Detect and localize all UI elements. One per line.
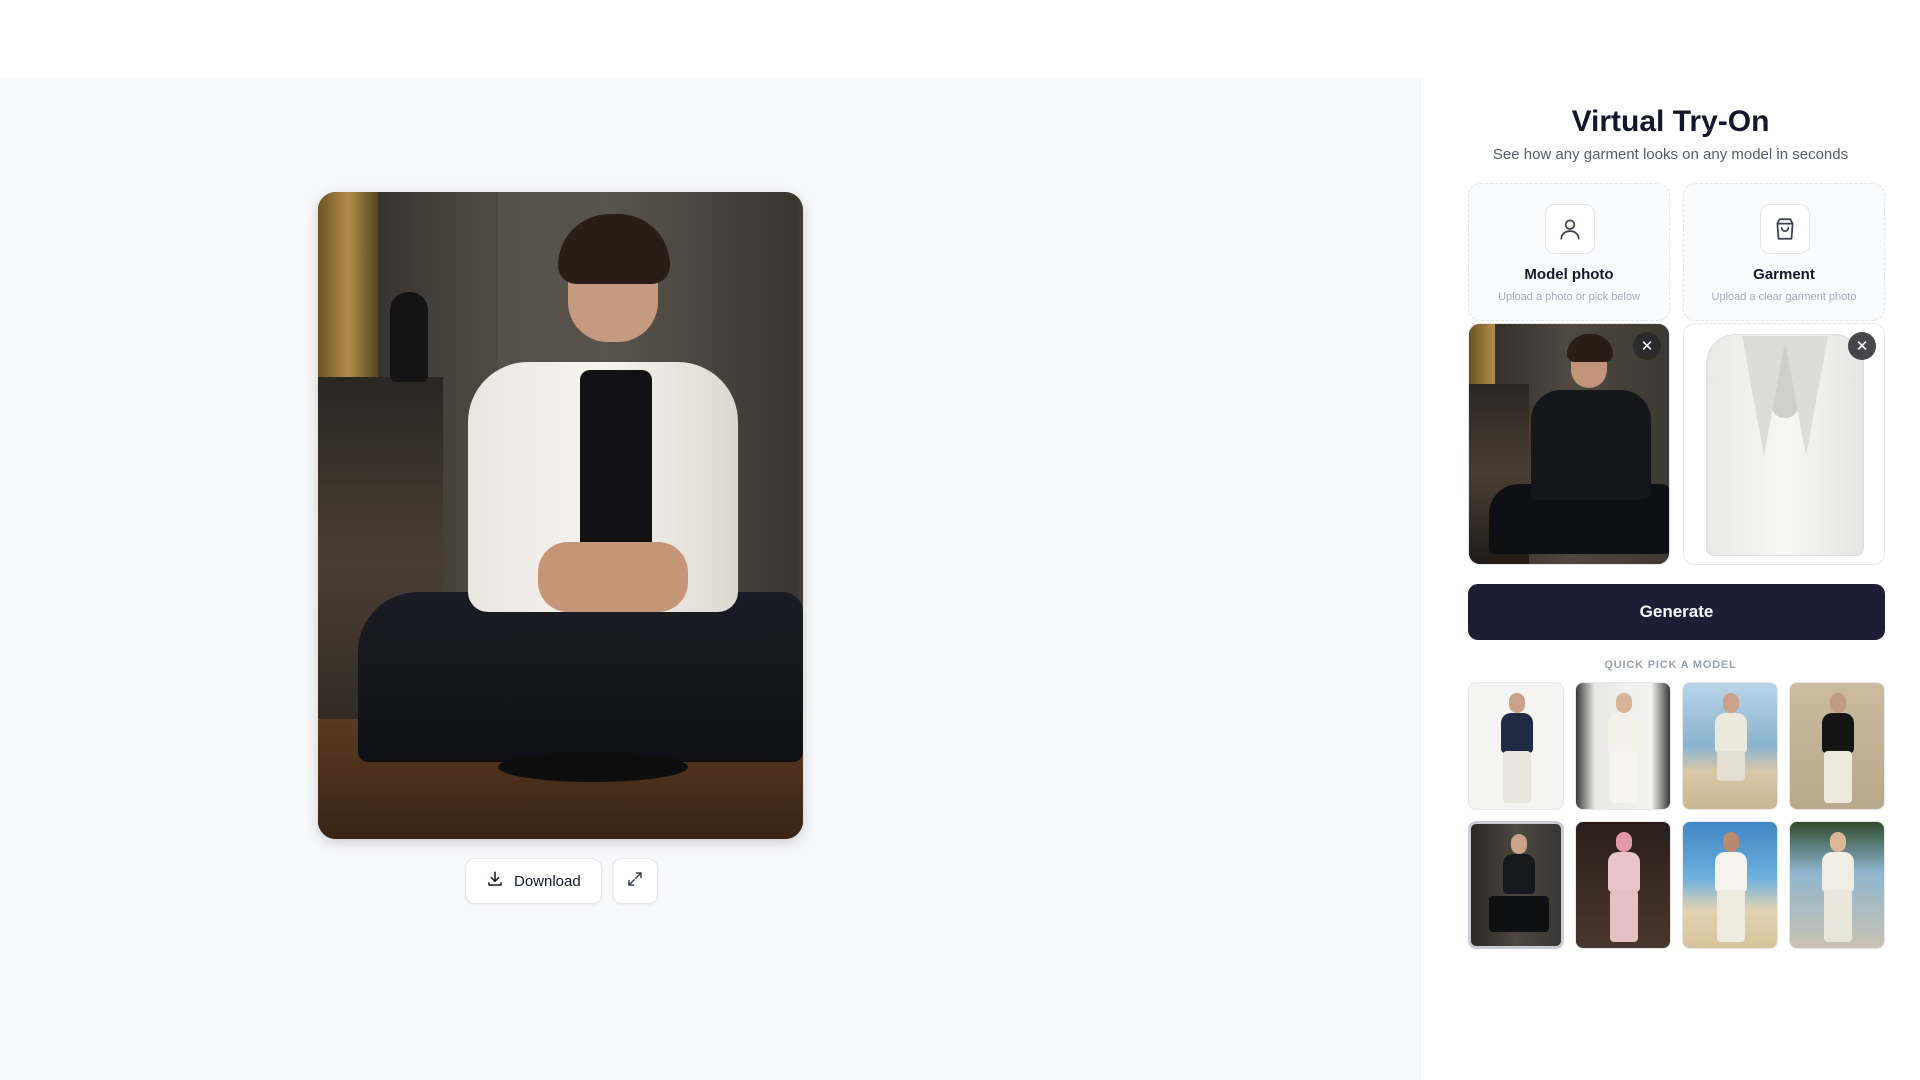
model-thumbnail[interactable] (1682, 682, 1778, 810)
result-actions: Download (465, 858, 658, 904)
model-upload-card[interactable]: Model photo Upload a photo or pick below (1468, 183, 1670, 321)
model-thumbnail[interactable] (1789, 821, 1885, 949)
model-thumbnail[interactable] (1468, 682, 1564, 810)
remove-model-button[interactable]: ✕ (1633, 332, 1661, 360)
model-upload-hint: Upload a photo or pick below (1498, 291, 1640, 303)
expand-icon (626, 870, 644, 893)
page-subtitle: See how any garment looks on any model i… (1492, 146, 1849, 163)
model-thumbnail[interactable] (1575, 821, 1671, 949)
model-thumbnail-selected[interactable] (1468, 821, 1564, 949)
download-icon (486, 870, 504, 892)
model-figure (318, 192, 803, 839)
model-thumbnail[interactable] (1682, 821, 1778, 949)
download-label: Download (514, 872, 581, 890)
model-thumbnail[interactable] (1789, 682, 1885, 810)
user-icon (1545, 204, 1595, 254)
model-preview: ✕ (1468, 323, 1670, 565)
top-bar (0, 0, 1920, 79)
garment-preview: ✕ (1683, 323, 1885, 565)
garment-upload-label: Garment (1753, 266, 1815, 283)
shopping-bag-icon (1760, 204, 1810, 254)
generate-button[interactable]: Generate (1468, 584, 1885, 640)
expand-button[interactable] (611, 858, 658, 904)
model-thumbnail-grid (1468, 682, 1888, 949)
download-button[interactable]: Download (465, 858, 602, 904)
model-upload-label: Model photo (1524, 266, 1614, 283)
result-image (318, 192, 803, 839)
quick-pick-heading: QUICK PICK A MODEL (1604, 659, 1737, 671)
garment-upload-card[interactable]: Garment Upload a clear garment photo (1683, 183, 1885, 321)
page-title: Virtual Try-On (1571, 105, 1770, 138)
try-on-panel: Virtual Try-On See how any garment looks… (1420, 79, 1920, 1080)
model-thumbnail[interactable] (1575, 682, 1671, 810)
garment-upload-hint: Upload a clear garment photo (1711, 291, 1857, 303)
remove-garment-button[interactable]: ✕ (1848, 332, 1876, 360)
result-canvas: Download (0, 79, 1420, 1080)
